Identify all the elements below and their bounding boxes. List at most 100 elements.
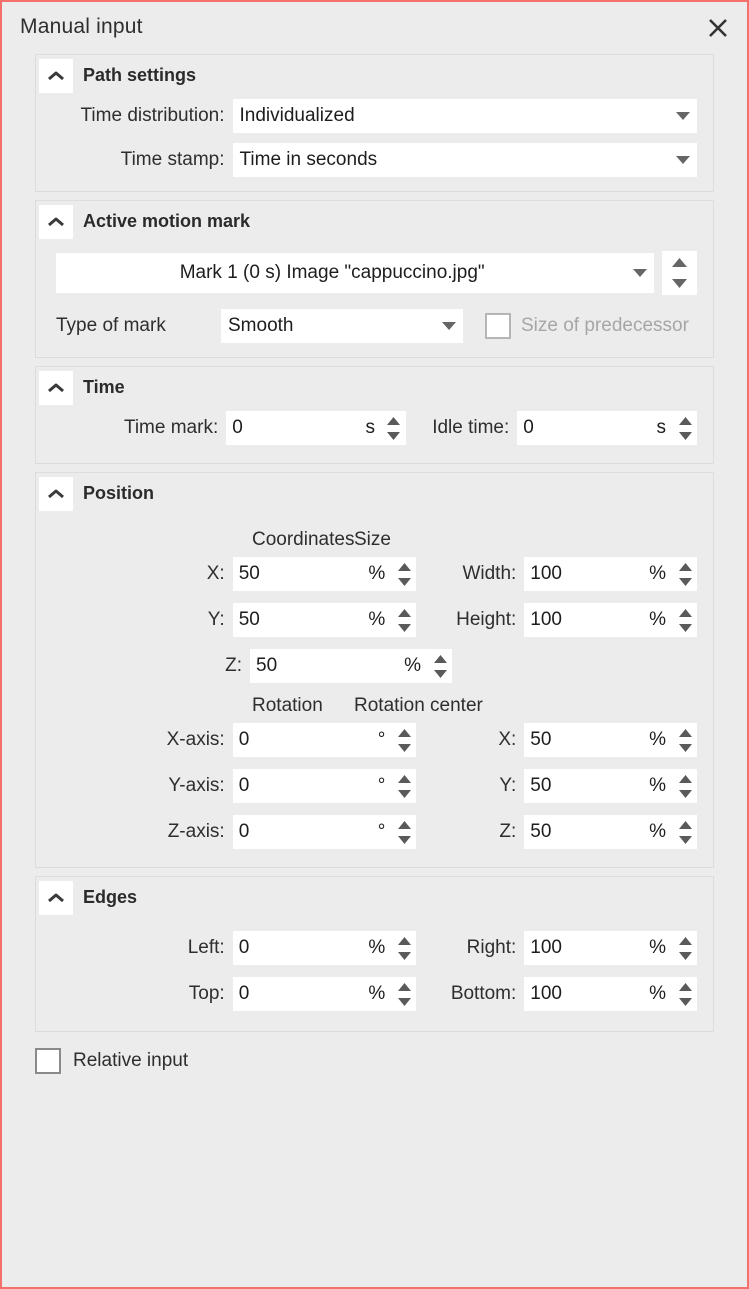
size-width-field[interactable]: 100 % [524,557,697,591]
edge-top-field[interactable]: 0 % [233,977,417,1011]
spinner-down-icon[interactable] [672,273,687,294]
relative-input-checkbox[interactable] [35,1048,61,1074]
spinner-down-icon[interactable] [392,574,416,589]
edge-right-field[interactable]: 100 % [524,931,697,965]
size-width-stepper[interactable] [673,557,697,591]
size-width-value[interactable]: 100 [524,557,649,591]
spinner-up-icon[interactable] [428,651,452,666]
spinner-up-icon[interactable] [673,413,697,428]
spinner-up-icon[interactable] [392,979,416,994]
coord-z-value[interactable]: 50 [250,649,404,683]
size-height-value[interactable]: 100 [524,603,649,637]
spinner-up-icon[interactable] [392,725,416,740]
collapse-button-active-motion-mark[interactable] [39,205,73,239]
rotation-center-y-value[interactable]: 50 [524,769,649,803]
time-distribution-select[interactable]: Individualized [233,99,698,133]
time-mark-stepper[interactable] [382,411,406,445]
spinner-up-icon[interactable] [392,605,416,620]
spinner-down-icon[interactable] [392,786,416,801]
spinner-down-icon[interactable] [673,620,697,635]
spinner-down-icon[interactable] [673,994,697,1009]
rotation-z-stepper[interactable] [392,815,416,849]
spinner-down-icon[interactable] [673,948,697,963]
rotation-center-x-field[interactable]: 50 % [524,723,697,757]
spinner-up-icon[interactable] [392,933,416,948]
size-height-stepper[interactable] [673,603,697,637]
spinner-up-icon[interactable] [673,605,697,620]
spinner-up-icon[interactable] [673,979,697,994]
rotation-z-value[interactable]: 0 [233,815,378,849]
spinner-up-icon[interactable] [392,771,416,786]
collapse-button-time[interactable] [39,371,73,405]
rotation-center-x-stepper[interactable] [673,723,697,757]
time-mark-value[interactable]: 0 [226,411,365,445]
rotation-y-field[interactable]: 0 ° [233,769,417,803]
spinner-down-icon[interactable] [392,740,416,755]
coord-y-field[interactable]: 50 % [233,603,417,637]
edge-bottom-value[interactable]: 100 [524,977,649,1011]
collapse-button-edges[interactable] [39,881,73,915]
mark-selector-dropdown[interactable]: Mark 1 (0 s) Image "cappuccino.jpg" [56,253,654,293]
spinner-down-icon[interactable] [673,786,697,801]
size-of-predecessor-checkbox[interactable] [485,313,511,339]
rotation-y-stepper[interactable] [392,769,416,803]
spinner-down-icon[interactable] [673,832,697,847]
coord-x-stepper[interactable] [392,557,416,591]
rotation-center-z-field[interactable]: 50 % [524,815,697,849]
collapse-button-position[interactable] [39,477,73,511]
rotation-y-value[interactable]: 0 [233,769,378,803]
spinner-down-icon[interactable] [392,994,416,1009]
edge-left-stepper[interactable] [392,931,416,965]
spinner-up-icon[interactable] [392,559,416,574]
idle-time-stepper[interactable] [673,411,697,445]
close-button[interactable] [701,12,735,44]
spinner-up-icon[interactable] [673,817,697,832]
coord-y-stepper[interactable] [392,603,416,637]
mark-selector-stepper[interactable] [662,251,697,295]
spinner-down-icon[interactable] [392,948,416,963]
collapse-button-path-settings[interactable] [39,59,73,93]
coord-z-stepper[interactable] [428,649,452,683]
size-height-field[interactable]: 100 % [524,603,697,637]
spinner-down-icon[interactable] [428,666,452,681]
edge-left-value[interactable]: 0 [233,931,369,965]
coord-x-field[interactable]: 50 % [233,557,417,591]
spinner-up-icon[interactable] [392,817,416,832]
type-of-mark-select[interactable]: Smooth [221,309,463,343]
coord-z-field[interactable]: 50 % [250,649,452,683]
edge-top-value[interactable]: 0 [233,977,369,1011]
spinner-down-icon[interactable] [392,620,416,635]
spinner-down-icon[interactable] [673,428,697,443]
rotation-center-y-field[interactable]: 50 % [524,769,697,803]
spinner-up-icon[interactable] [672,252,687,273]
spinner-down-icon[interactable] [673,740,697,755]
rotation-x-field[interactable]: 0 ° [233,723,417,757]
rotation-x-value[interactable]: 0 [233,723,378,757]
rotation-center-x-value[interactable]: 50 [524,723,649,757]
idle-time-field[interactable]: 0 s [517,411,697,445]
spinner-down-icon[interactable] [673,574,697,589]
rotation-center-z-stepper[interactable] [673,815,697,849]
edge-right-stepper[interactable] [673,931,697,965]
spinner-up-icon[interactable] [673,725,697,740]
edge-left-field[interactable]: 0 % [233,931,417,965]
rotation-z-field[interactable]: 0 ° [233,815,417,849]
spinner-up-icon[interactable] [673,771,697,786]
coord-y-value[interactable]: 50 [233,603,369,637]
spinner-up-icon[interactable] [382,413,406,428]
edge-bottom-field[interactable]: 100 % [524,977,697,1011]
time-mark-field[interactable]: 0 s [226,411,406,445]
edge-top-stepper[interactable] [392,977,416,1011]
spinner-down-icon[interactable] [382,428,406,443]
spinner-down-icon[interactable] [392,832,416,847]
edge-right-value[interactable]: 100 [524,931,649,965]
spinner-up-icon[interactable] [673,933,697,948]
edge-bottom-stepper[interactable] [673,977,697,1011]
spinner-up-icon[interactable] [673,559,697,574]
rotation-center-z-value[interactable]: 50 [524,815,649,849]
rotation-x-stepper[interactable] [392,723,416,757]
coord-x-value[interactable]: 50 [233,557,369,591]
time-stamp-select[interactable]: Time in seconds [233,143,698,177]
idle-time-value[interactable]: 0 [517,411,656,445]
rotation-center-y-stepper[interactable] [673,769,697,803]
